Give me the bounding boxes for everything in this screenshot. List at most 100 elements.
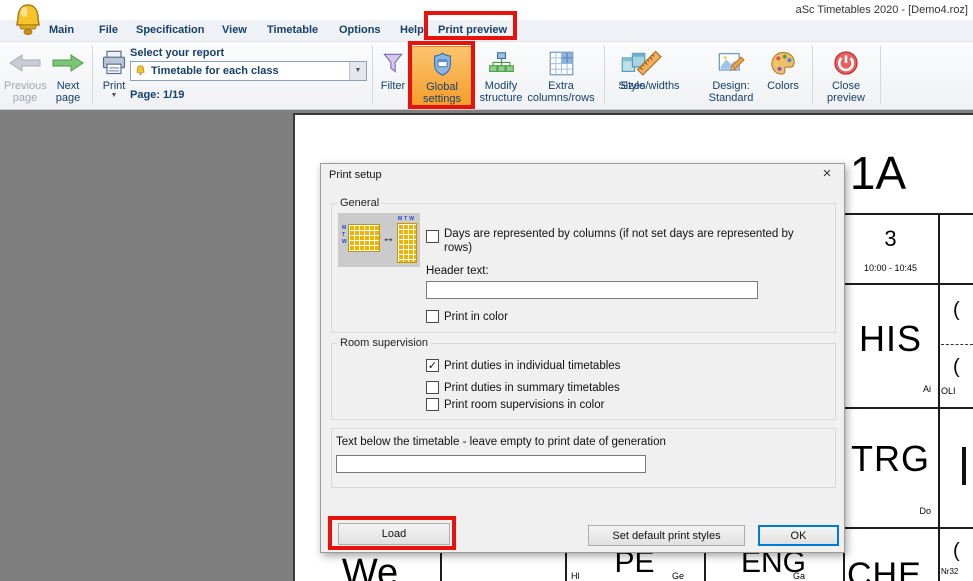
modify-structure-label: Modify structure xyxy=(475,80,527,104)
report-bell-icon xyxy=(134,64,147,78)
lesson-teacher: Do xyxy=(843,506,931,516)
lesson-teacher: OLI xyxy=(941,386,956,396)
chevron-down-icon: ▼ xyxy=(355,67,362,75)
menu-main[interactable]: Main xyxy=(49,24,74,36)
ruler-icon xyxy=(635,46,663,80)
previous-page-arrow-icon xyxy=(8,46,42,80)
footer-text-label: Text below the timetable - leave empty t… xyxy=(336,435,666,449)
lesson-teacher: Ga xyxy=(793,571,805,581)
app-window: aSc Timetables 2020 - [Demo4.roz] Main F… xyxy=(0,0,973,581)
toolbar-separator xyxy=(372,46,373,104)
next-page-button[interactable]: Next page xyxy=(48,46,88,104)
close-preview-button[interactable]: Close preview xyxy=(820,46,872,104)
ok-button[interactable]: OK xyxy=(758,525,839,546)
printer-icon xyxy=(100,46,128,80)
palette-icon xyxy=(769,46,797,80)
previous-page-label: Previous page xyxy=(4,80,46,104)
days-orientation-icon: MTW ↔ MTW xyxy=(338,213,420,267)
duties-summary-label: Print duties in summary timetables xyxy=(444,381,620,395)
duties-individual-checkbox[interactable]: ✓ xyxy=(426,359,439,372)
menu-help[interactable]: Help xyxy=(400,24,424,36)
design-button[interactable]: Design: Standard xyxy=(702,46,760,104)
lesson-room: Nr32 xyxy=(941,567,958,576)
day-label: We xyxy=(300,552,440,581)
supervisions-color-checkbox[interactable] xyxy=(426,398,439,411)
annotation-box-print-preview xyxy=(424,11,517,40)
filter-label: Filter xyxy=(381,80,405,92)
toolbar: Previous page Next page Print ▼ Sele xyxy=(0,42,973,110)
menu-options[interactable]: Options xyxy=(339,24,381,36)
modify-structure-button[interactable]: Modify structure xyxy=(476,46,526,104)
annotation-box-load xyxy=(328,516,456,550)
design-label: Design: Standard xyxy=(703,80,759,104)
sizes-widths-button[interactable]: Sizes/widths xyxy=(617,46,681,92)
lesson-teacher: Hl xyxy=(571,571,580,581)
lesson-subject: HIS xyxy=(843,318,938,360)
lesson-teacher: Ge xyxy=(672,571,684,581)
design-picture-pencil-icon xyxy=(717,46,745,80)
lesson-subject: CHE xyxy=(847,556,922,581)
day-letters: MTW xyxy=(342,225,347,246)
report-select-arrow[interactable]: ▼ xyxy=(349,62,366,80)
close-preview-label: Close preview xyxy=(822,80,870,104)
day-letters: MTW xyxy=(398,216,414,223)
print-setup-dialog: Print setup × General MTW ↔ MTW Days are… xyxy=(320,163,845,553)
window-title: aSc Timetables 2020 - [Demo4.roz] xyxy=(796,4,968,16)
clipped-text-fragment: ( xyxy=(953,299,960,322)
colors-label: Colors xyxy=(767,80,799,92)
menu-file[interactable]: File xyxy=(99,24,118,36)
next-page-arrow-icon xyxy=(51,46,85,80)
dialog-close-icon[interactable]: × xyxy=(816,165,838,185)
partial-letter-fragment xyxy=(962,447,966,485)
footer-text-input[interactable] xyxy=(336,455,646,473)
annotation-box-global-settings xyxy=(408,41,475,109)
power-icon xyxy=(832,46,860,80)
supervisions-color-label: Print room supervisions in color xyxy=(444,398,604,412)
sizes-widths-label: Sizes/widths xyxy=(618,80,679,92)
header-text-input[interactable] xyxy=(426,281,758,299)
room-supervision-group-label: Room supervision xyxy=(337,337,431,349)
duties-summary-checkbox[interactable] xyxy=(426,381,439,394)
extra-columns-rows-label: Extra columns/rows xyxy=(524,80,598,104)
filter-funnel-icon xyxy=(380,46,406,80)
dialog-title: Print setup xyxy=(329,169,382,181)
menu-specification[interactable]: Specification xyxy=(136,24,204,36)
clipped-text-fragment: ( xyxy=(953,540,960,563)
clipped-text-fragment: ( xyxy=(953,356,960,379)
split-lesson-divider xyxy=(941,344,973,345)
asc-bell-logo-icon xyxy=(8,1,48,41)
swap-arrow-icon: ↔ xyxy=(382,230,395,245)
print-button[interactable]: Print ▼ xyxy=(96,46,132,100)
report-select[interactable]: Timetable for each class ▼ xyxy=(130,61,367,81)
filter-button[interactable]: Filter xyxy=(376,46,410,92)
next-page-label: Next page xyxy=(51,80,85,104)
select-report-label: Select your report xyxy=(130,47,224,59)
grid-icon xyxy=(548,46,575,80)
days-as-columns-label: Days are represented by columns (if not … xyxy=(444,227,816,255)
days-as-columns-checkbox[interactable] xyxy=(426,230,439,243)
print-dropdown-arrow-icon[interactable]: ▼ xyxy=(111,92,118,100)
period-time: 10:00 - 10:45 xyxy=(843,263,938,273)
toolbar-separator xyxy=(880,46,881,104)
period-number: 3 xyxy=(843,226,938,252)
colors-button[interactable]: Colors xyxy=(762,46,804,92)
previous-page-button[interactable]: Previous page xyxy=(4,46,46,104)
print-in-color-label: Print in color xyxy=(444,310,508,324)
lesson-teacher: Ai xyxy=(843,384,931,394)
lesson-subject: TRG xyxy=(843,438,938,480)
print-in-color-checkbox[interactable] xyxy=(426,310,439,323)
print-label: Print xyxy=(103,80,126,92)
page-indicator: Page: 1/19 xyxy=(130,89,184,101)
header-text-label: Header text: xyxy=(426,264,489,278)
toolbar-separator xyxy=(812,46,813,104)
general-group-label: General xyxy=(337,197,382,209)
menu-timetable[interactable]: Timetable xyxy=(267,24,318,36)
toolbar-separator xyxy=(92,46,93,104)
duties-individual-label: Print duties in individual timetables xyxy=(444,359,620,373)
org-chart-icon xyxy=(488,46,515,80)
report-select-value: Timetable for each class xyxy=(147,65,349,77)
menu-view[interactable]: View xyxy=(222,24,247,36)
toolbar-separator xyxy=(604,46,605,104)
extra-columns-rows-button[interactable]: Extra columns/rows xyxy=(524,46,598,104)
set-default-print-styles-button[interactable]: Set default print styles xyxy=(588,525,745,546)
